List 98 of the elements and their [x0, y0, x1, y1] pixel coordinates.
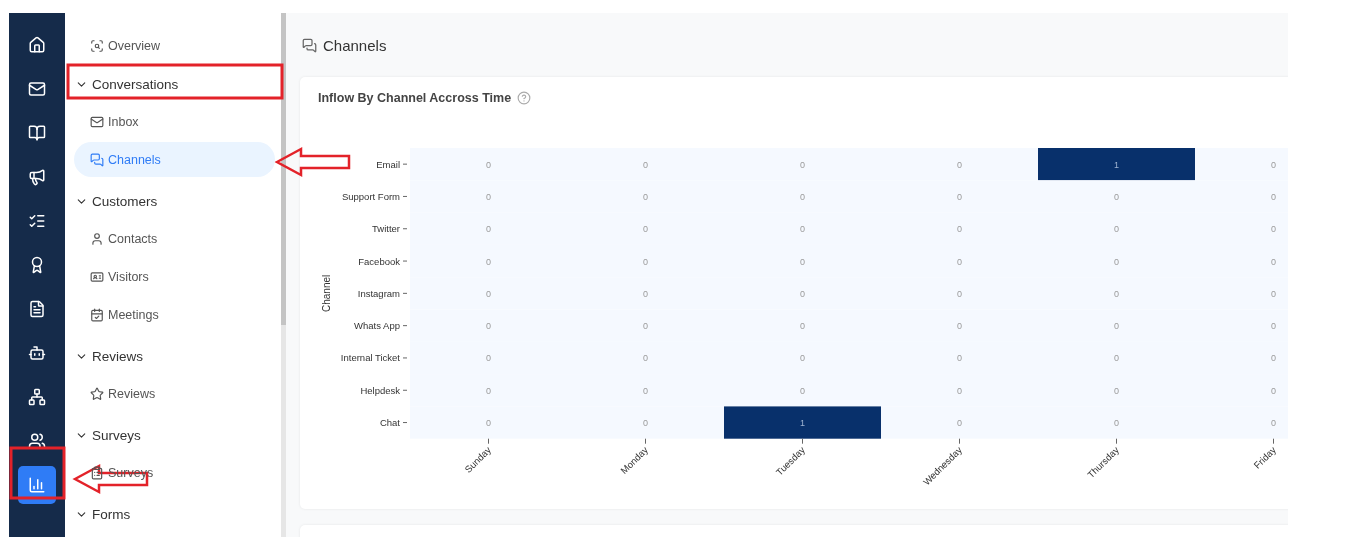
cell-value: 0: [1114, 321, 1119, 332]
highlight-frame: [9, 446, 66, 500]
cell-value: 0: [486, 224, 491, 235]
cell-value: 0: [1114, 385, 1119, 396]
sidebar-item[interactable]: Reviews: [74, 376, 275, 411]
cell-value: 0: [1271, 224, 1276, 235]
cell-value: 0: [957, 191, 962, 202]
cell-value: 0: [1271, 288, 1276, 299]
cell-value: 0: [486, 256, 491, 267]
item-icon: [90, 152, 104, 167]
cell-value: 0: [1271, 385, 1276, 396]
cell-value: 0: [1271, 256, 1276, 267]
axis-title: Channel: [321, 274, 332, 312]
cell-value: 0: [957, 418, 962, 429]
cell-value: 0: [1271, 159, 1276, 170]
item-icon: [90, 231, 104, 246]
cell-value: 0: [1271, 353, 1276, 364]
sidebar-section-header[interactable]: Conversations: [75, 67, 281, 102]
cell-value: 0: [486, 353, 491, 364]
checklist-icon: [28, 212, 46, 230]
cell-value: 0: [643, 159, 648, 170]
sidebar-item[interactable]: Inbox: [74, 104, 275, 139]
cell-value: 0: [957, 288, 962, 299]
sidebar-section-header[interactable]: Surveys: [75, 418, 281, 453]
cell-value: 0: [1114, 288, 1119, 299]
cell-value: 0: [1114, 191, 1119, 202]
item-icon: [90, 269, 104, 284]
cell-value: 0: [957, 256, 962, 267]
item-icon: [90, 386, 104, 401]
cell-value: 0: [1271, 418, 1276, 429]
cell-value: 0: [486, 159, 491, 170]
cell-value: 0: [800, 385, 805, 396]
sidebar-item[interactable]: Contacts: [74, 221, 275, 256]
cell-value: 0: [643, 191, 648, 202]
cell-value: 0: [486, 321, 491, 332]
sidebar-item[interactable]: Overview: [74, 28, 275, 63]
row-label: Email: [376, 158, 400, 170]
row-label: Helpdesk: [360, 384, 400, 396]
cell-value: 0: [643, 385, 648, 396]
megaphone-icon: [28, 168, 46, 186]
row-label: Twitter: [372, 223, 400, 235]
cell-value: 0: [957, 353, 962, 364]
cell-value: 0: [800, 224, 805, 235]
sidebar-section-header[interactable]: Reviews: [75, 339, 281, 374]
robot-icon: [28, 344, 46, 362]
cell-value: 0: [643, 353, 648, 364]
bar-chart-icon: [28, 476, 46, 494]
row-label: Internal Ticket: [340, 352, 400, 364]
row-label: Chat: [379, 417, 400, 429]
row-label: Facebook: [358, 255, 400, 267]
cell-value: 0: [957, 321, 962, 332]
item-icon: [90, 307, 104, 322]
cell-value: 0: [486, 385, 491, 396]
sidebar-section-header[interactable]: Customers: [75, 184, 281, 219]
cell-value: 0: [643, 288, 648, 299]
row-label: Instagram: [357, 287, 400, 299]
cell-value: 0: [643, 256, 648, 267]
network-icon: [28, 388, 46, 406]
cell-value: 0: [957, 224, 962, 235]
overview-icon: [90, 38, 104, 53]
cell-value: 0: [486, 418, 491, 429]
cell-value: 0: [800, 191, 805, 202]
cell-value: 0: [1114, 256, 1119, 267]
row-label: Whats App: [354, 320, 400, 332]
cell-value: 0: [486, 191, 491, 202]
cell-value: 0: [957, 159, 962, 170]
chat-icon: [302, 37, 317, 53]
sidebar-item[interactable]: Visitors: [74, 259, 275, 294]
cell-value: 0: [486, 288, 491, 299]
cell-value: 0: [800, 353, 805, 364]
cell-value: 1: [1114, 159, 1119, 170]
users-icon: [28, 432, 46, 450]
cell-value: 1: [800, 418, 805, 429]
cell-value: 0: [1114, 353, 1119, 364]
cell-value: 0: [800, 256, 805, 267]
sidebar-item[interactable]: Meetings: [74, 297, 275, 332]
cell-value: 0: [1271, 191, 1276, 202]
document-icon: [28, 300, 46, 318]
book-icon: [28, 124, 46, 142]
item-icon: [90, 114, 104, 129]
cell-value: 0: [800, 159, 805, 170]
cell-value: 0: [643, 224, 648, 235]
mail-icon: [28, 80, 46, 98]
sidebar-section-header[interactable]: Forms: [75, 497, 281, 532]
card-title: Inflow By Channel Accross Time: [318, 91, 512, 105]
item-icon: [90, 465, 104, 480]
cell-value: 0: [1271, 321, 1276, 332]
cell-value: 0: [1114, 224, 1119, 235]
sidebar-item[interactable]: Channels: [74, 142, 275, 177]
cell-value: 0: [957, 385, 962, 396]
cell-value: 0: [800, 321, 805, 332]
cell-value: 0: [800, 288, 805, 299]
page-title: Channels: [323, 36, 387, 54]
home-icon: [28, 36, 46, 54]
row-label: Support Form: [341, 190, 400, 202]
cell-value: 0: [1114, 418, 1119, 429]
cell-value: 0: [643, 321, 648, 332]
cell-value: 0: [643, 418, 648, 429]
